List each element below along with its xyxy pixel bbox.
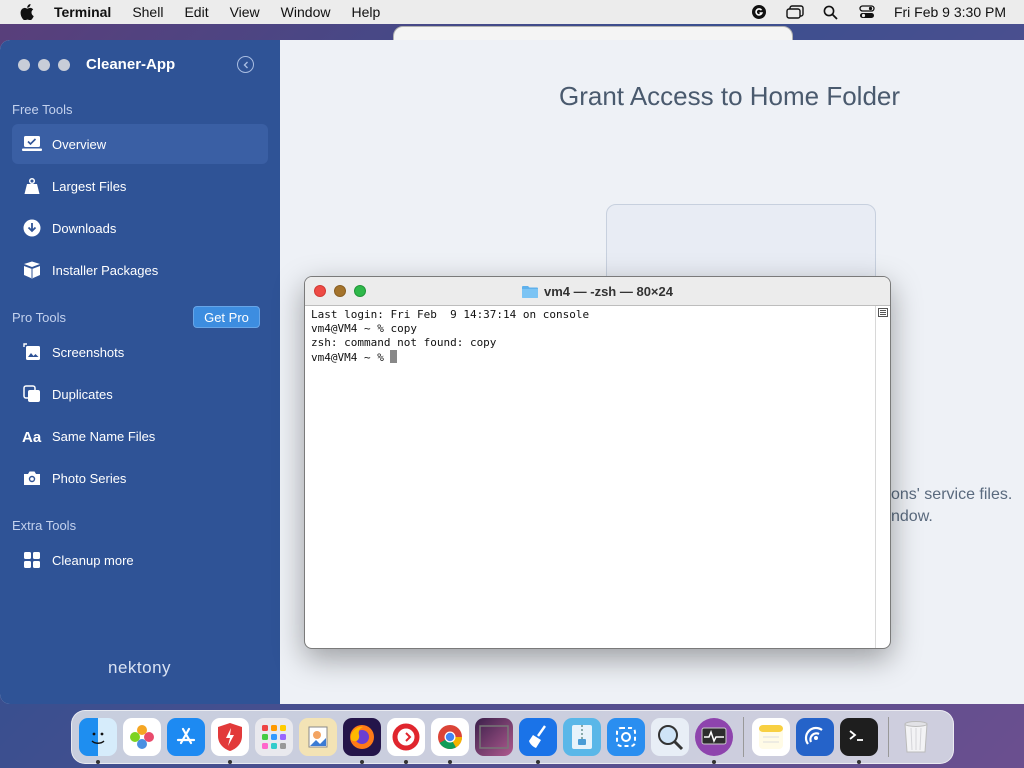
spotlight-search-icon[interactable]	[822, 3, 840, 21]
grammarly-icon[interactable]	[750, 3, 768, 21]
network-radar-icon[interactable]	[796, 718, 834, 756]
chrome-icon[interactable]	[431, 718, 469, 764]
finder-icon[interactable]	[79, 718, 117, 764]
terminal-prompt-line: vm4@VM4 ~ %	[311, 350, 884, 365]
menu-app-name[interactable]: Terminal	[54, 4, 111, 20]
collapse-sidebar-button[interactable]	[237, 56, 254, 73]
security-shield-icon[interactable]	[211, 718, 249, 764]
terminal-app-icon[interactable]	[840, 718, 878, 764]
terminal-line: zsh: command not found: copy	[311, 336, 497, 349]
launchpad-icon[interactable]	[255, 718, 293, 756]
minimize-button[interactable]	[38, 59, 50, 71]
firefox-icon[interactable]	[343, 718, 381, 764]
app-store-icon[interactable]	[167, 718, 205, 756]
split-pane-icon[interactable]	[878, 308, 888, 317]
chevron-left-icon	[243, 61, 248, 68]
menu-shell[interactable]: Shell	[132, 4, 163, 20]
sidebar-item-cleanup-more[interactable]: Cleanup more	[12, 540, 268, 580]
laptop-check-icon	[22, 134, 42, 154]
section-pro-tools: Pro Tools	[12, 310, 66, 325]
sidebar-item-downloads[interactable]: Downloads	[12, 208, 268, 248]
dock	[71, 710, 954, 764]
sidebar: Cleaner-App Free Tools Overview Largest …	[0, 40, 280, 704]
stage-manager-icon[interactable]	[786, 3, 804, 21]
sidebar-item-installer-packages[interactable]: Installer Packages	[12, 250, 268, 290]
sidebar-item-label: Cleanup more	[52, 552, 134, 568]
menu-help[interactable]: Help	[351, 4, 380, 20]
page-title: Grant Access to Home Folder	[559, 81, 901, 111]
screenshot-icon	[22, 342, 42, 362]
partial-description-line-1: ons' service files.	[891, 486, 1013, 503]
pinwheel-icon[interactable]	[123, 718, 161, 756]
duplicates-icon	[22, 384, 42, 404]
sidebar-item-photo-series[interactable]: Photo Series	[12, 458, 268, 498]
terminal-line: Last login: Fri Feb 9 14:37:14 on consol…	[311, 308, 590, 321]
sidebar-item-label: Photo Series	[52, 470, 127, 486]
archive-utility-icon[interactable]	[563, 718, 601, 756]
terminal-prompt: vm4@VM4 ~ %	[311, 351, 391, 364]
partial-description-line-2: ndow.	[891, 508, 933, 525]
sidebar-item-label: Installer Packages	[52, 262, 159, 278]
sidebar-item-screenshots[interactable]: Screenshots	[12, 332, 268, 372]
sidebar-item-overview[interactable]: Overview	[12, 124, 268, 164]
menu-edit[interactable]: Edit	[184, 4, 208, 20]
box-icon	[22, 260, 42, 280]
svg-text:Aa: Aa	[22, 429, 42, 443]
screenshot-app-icon[interactable]	[607, 718, 645, 756]
sidebar-item-same-name-files[interactable]: Aa Same Name Files	[12, 416, 268, 456]
trash-icon[interactable]	[897, 718, 935, 756]
zoom-button[interactable]	[58, 59, 70, 71]
photo-booth-icon[interactable]	[475, 718, 513, 756]
preview-icon[interactable]	[299, 718, 337, 756]
control-center-icon[interactable]	[858, 3, 876, 21]
get-pro-button[interactable]: Get Pro	[193, 306, 260, 328]
terminal-window: vm4 — -zsh — 80×24 Last login: Fri Feb 9…	[304, 276, 891, 649]
notes-icon[interactable]	[752, 718, 790, 756]
sidebar-item-label: Duplicates	[52, 386, 113, 402]
terminal-line: vm4@VM4 ~ % copy	[311, 322, 417, 335]
sidebar-item-label: Same Name Files	[52, 428, 156, 444]
cleaner-broom-icon[interactable]	[519, 718, 557, 764]
nektony-logo: nektony	[108, 658, 172, 677]
menu-view[interactable]: View	[230, 4, 260, 20]
dock-separator	[888, 717, 889, 757]
sidebar-item-largest-files[interactable]: Largest Files	[12, 166, 268, 206]
weight-icon	[22, 176, 42, 196]
dock-separator	[743, 717, 744, 757]
folder-icon	[522, 286, 538, 298]
sidebar-item-label: Screenshots	[52, 344, 125, 360]
terminal-title: vm4 — -zsh — 80×24	[305, 284, 890, 299]
text-cursor	[390, 350, 398, 363]
grid-icon	[22, 550, 42, 570]
close-button[interactable]	[18, 59, 30, 71]
sidebar-item-label: Largest Files	[52, 178, 127, 194]
sidebar-item-label: Downloads	[52, 220, 117, 236]
section-free-tools: Free Tools	[12, 102, 73, 117]
menu-bar: Terminal Shell Edit View Window Help Fri…	[0, 0, 1024, 24]
camera-icon	[22, 468, 42, 488]
directory-utility-icon[interactable]	[651, 718, 689, 756]
apple-menu-icon[interactable]	[18, 3, 36, 21]
menu-window[interactable]: Window	[281, 4, 331, 20]
window-controls	[18, 59, 70, 71]
terminal-output[interactable]: Last login: Fri Feb 9 14:37:14 on consol…	[305, 306, 890, 367]
app-title: Cleaner-App	[86, 56, 176, 73]
text-aa-icon: Aa	[22, 426, 42, 446]
sidebar-item-duplicates[interactable]: Duplicates	[12, 374, 268, 414]
download-icon	[22, 218, 42, 238]
sidebar-item-label: Overview	[52, 136, 107, 152]
terminal-title-bar[interactable]: vm4 — -zsh — 80×24	[305, 277, 890, 306]
section-extra-tools: Extra Tools	[12, 518, 77, 533]
activity-monitor-icon[interactable]	[695, 718, 733, 764]
terminal-title-text: vm4 — -zsh — 80×24	[544, 284, 673, 299]
opera-icon[interactable]	[387, 718, 425, 764]
terminal-scrollbar[interactable]	[875, 306, 889, 648]
menu-clock[interactable]: Fri Feb 9 3:30 PM	[894, 4, 1006, 20]
